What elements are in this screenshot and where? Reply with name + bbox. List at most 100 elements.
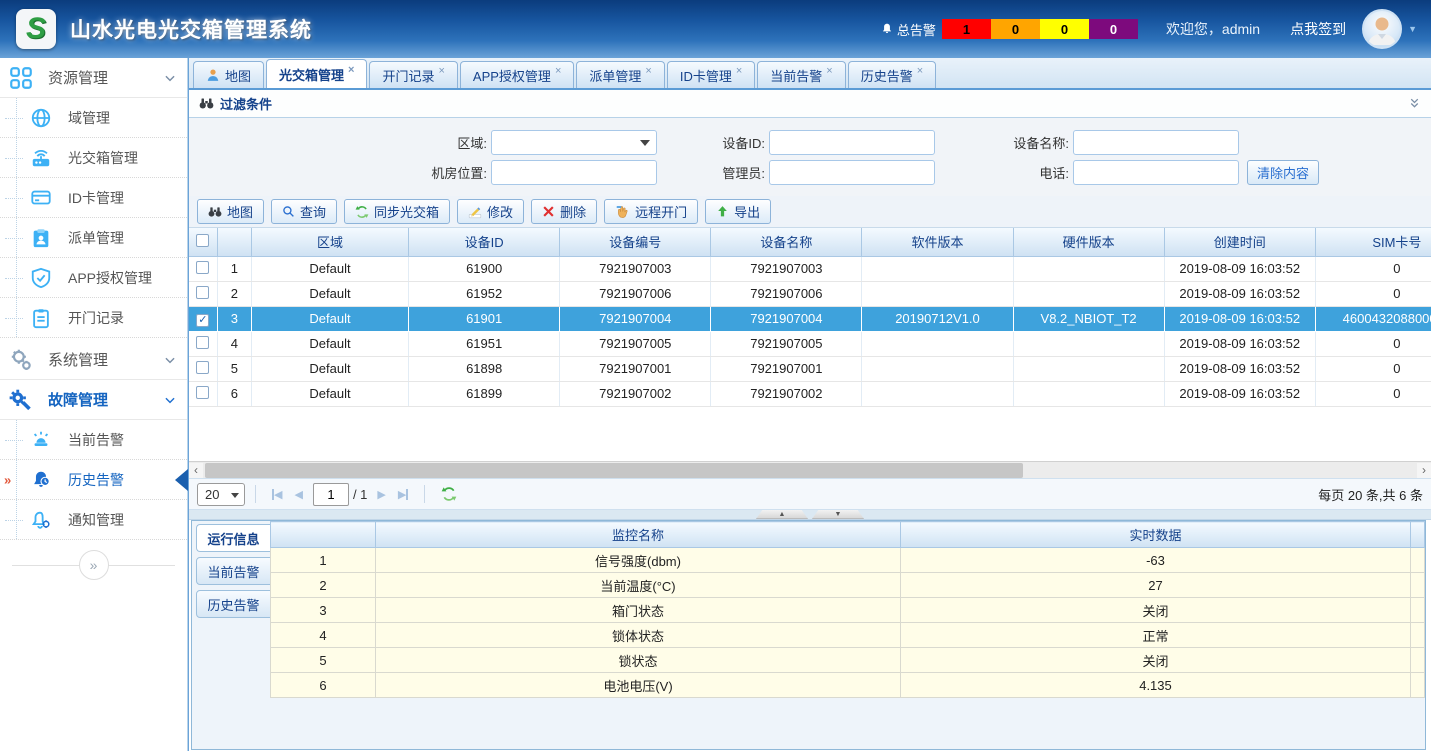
sidebar-group-resource[interactable]: 资源管理 — [0, 58, 187, 98]
monitor-row[interactable]: 2 当前温度(°C) 27 — [271, 573, 1425, 598]
alarm-count-critical[interactable]: 1 — [942, 19, 991, 39]
col-sim[interactable]: SIM卡号 — [1315, 228, 1431, 256]
close-icon[interactable]: × — [917, 65, 923, 77]
tab-runtime-info[interactable]: 运行信息 — [196, 524, 271, 552]
tab-current-alarms[interactable]: 当前告警 × — [757, 61, 845, 88]
sidebar-item-notifications[interactable]: 通知管理 — [0, 500, 187, 540]
select-all-checkbox[interactable] — [196, 234, 209, 247]
col-hardware[interactable]: 硬件版本 — [1013, 228, 1164, 256]
sidebar-item-door-records[interactable]: 开门记录 — [0, 298, 187, 338]
monitor-row[interactable]: 3 箱门状态 关闭 — [271, 598, 1425, 623]
tab-door-records[interactable]: 开门记录 × — [369, 61, 457, 88]
tab-dispatch[interactable]: 派单管理 × — [576, 61, 664, 88]
table-row[interactable]: 1 Default 61900 7921907003 7921907003 20… — [189, 256, 1431, 281]
tab-app-auth[interactable]: APP授权管理 × — [460, 61, 574, 88]
alarm-count-major[interactable]: 0 — [991, 19, 1040, 39]
sidebar-item-id-card[interactable]: ID卡管理 — [0, 178, 187, 218]
tab-history-alarms[interactable]: 历史告警 × — [848, 61, 936, 88]
select-all-header[interactable] — [189, 228, 217, 256]
monitor-row[interactable]: 4 锁体状态 正常 — [271, 623, 1425, 648]
alarm-count-minor[interactable]: 0 — [1040, 19, 1089, 39]
first-page-button[interactable]: ◀ — [272, 488, 282, 501]
remote-open-button[interactable]: 远程开门 — [604, 199, 698, 224]
sidebar-item-domain[interactable]: 域管理 — [0, 98, 187, 138]
tab-history-alarm-detail[interactable]: 历史告警 — [196, 590, 271, 618]
monitor-row[interactable]: 1 信号强度(dbm) -63 — [271, 548, 1425, 573]
scrollbar-thumb[interactable] — [205, 463, 1023, 478]
page-size-select[interactable]: 20 — [197, 483, 245, 506]
row-checkbox[interactable] — [196, 386, 209, 399]
sync-button[interactable]: 同步光交箱 — [344, 199, 450, 224]
sidebar-group-fault[interactable]: 故障管理 — [0, 380, 187, 420]
globe-icon — [30, 107, 52, 129]
filter-header: 过滤条件 — [189, 90, 1431, 118]
edit-button[interactable]: 修改 — [457, 199, 524, 224]
close-icon[interactable]: × — [348, 64, 354, 76]
splitter-expand-button[interactable]: ▲ — [756, 510, 808, 519]
scroll-right-arrow[interactable]: › — [1417, 463, 1431, 478]
sidebar-item-history-alarms[interactable]: » 历史告警 — [0, 460, 187, 500]
table-row[interactable]: 5 Default 61898 7921907001 7921907001 20… — [189, 356, 1431, 381]
table-row-selected[interactable]: ✓ 3 Default 61901 7921907004 7921907004 … — [189, 306, 1431, 331]
table-row[interactable]: 2 Default 61952 7921907006 7921907006 20… — [189, 281, 1431, 306]
device-table-area: 区域 设备ID 设备编号 设备名称 软件版本 硬件版本 创建时间 SIM卡号 1 — [189, 228, 1431, 460]
row-checkbox[interactable] — [196, 261, 209, 274]
close-icon[interactable]: × — [826, 65, 832, 77]
col-device-name[interactable]: 设备名称 — [711, 228, 862, 256]
next-page-button[interactable]: ▶ — [377, 488, 385, 501]
monitor-value-header[interactable]: 实时数据 — [901, 522, 1411, 548]
device-id-input[interactable] — [769, 130, 935, 155]
sidebar-item-optical-box[interactable]: 光交箱管理 — [0, 138, 187, 178]
last-page-button[interactable]: ▶ — [398, 488, 408, 501]
scroll-left-arrow[interactable]: ‹ — [189, 463, 203, 478]
map-button[interactable]: 地图 — [197, 199, 264, 224]
prev-page-button[interactable]: ◀ — [294, 488, 302, 501]
tab-id-card[interactable]: ID卡管理 × — [667, 61, 755, 88]
user-avatar[interactable] — [1362, 9, 1402, 49]
sidebar-item-app-auth[interactable]: APP授权管理 — [0, 258, 187, 298]
row-checkbox[interactable] — [196, 286, 209, 299]
phone-input[interactable] — [1073, 160, 1239, 185]
sidebar-item-current-alarms[interactable]: 当前告警 — [0, 420, 187, 460]
close-icon[interactable]: × — [736, 65, 742, 77]
room-location-input[interactable] — [491, 160, 657, 185]
table-row[interactable]: 6 Default 61899 7921907002 7921907002 20… — [189, 381, 1431, 406]
alarm-count-warning[interactable]: 0 — [1089, 19, 1138, 39]
refresh-icon[interactable] — [441, 486, 457, 502]
delete-button[interactable]: 删除 — [531, 199, 597, 224]
clear-button[interactable]: 清除内容 — [1247, 160, 1319, 185]
collapse-filter-icon[interactable] — [1408, 97, 1421, 110]
row-checkbox[interactable] — [196, 336, 209, 349]
splitter-collapse-button[interactable]: ▼ — [812, 510, 864, 519]
tab-map[interactable]: 地图 — [193, 61, 264, 88]
sidebar-collapse-button[interactable]: » — [79, 550, 109, 580]
tab-optical-box-mgmt[interactable]: 光交箱管理 × — [266, 59, 367, 88]
col-device-no[interactable]: 设备编号 — [560, 228, 711, 256]
device-name-input[interactable] — [1073, 130, 1239, 155]
col-region[interactable]: 区域 — [251, 228, 408, 256]
row-checkbox[interactable] — [196, 361, 209, 374]
col-software[interactable]: 软件版本 — [862, 228, 1013, 256]
col-created[interactable]: 创建时间 — [1164, 228, 1315, 256]
close-icon[interactable]: × — [438, 65, 444, 77]
sidebar-item-dispatch[interactable]: 派单管理 — [0, 218, 187, 258]
export-button[interactable]: 导出 — [705, 199, 771, 224]
sign-in-link[interactable]: 点我签到 — [1290, 19, 1346, 39]
page-number-input[interactable] — [313, 483, 349, 506]
tab-current-alarm-detail[interactable]: 当前告警 — [196, 557, 271, 585]
close-icon[interactable]: × — [555, 65, 561, 77]
col-device-id[interactable]: 设备ID — [409, 228, 560, 256]
monitor-row[interactable]: 6 电池电压(V) 4.135 — [271, 673, 1425, 698]
region-select[interactable] — [491, 130, 657, 155]
gears-icon — [8, 347, 34, 373]
sidebar-group-system[interactable]: 系统管理 — [0, 340, 187, 380]
search-button[interactable]: 查询 — [271, 199, 337, 224]
tab-bar: 地图 光交箱管理 × 开门记录 × APP授权管理 × 派单管理 × ID卡管理… — [189, 58, 1431, 90]
table-row[interactable]: 4 Default 61951 7921907005 7921907005 20… — [189, 331, 1431, 356]
close-icon[interactable]: × — [645, 65, 651, 77]
manager-input[interactable] — [769, 160, 935, 185]
panel-splitter[interactable]: ▲ ▼ — [189, 510, 1431, 520]
row-checkbox-checked[interactable]: ✓ — [196, 314, 209, 327]
monitor-name-header[interactable]: 监控名称 — [376, 522, 901, 548]
monitor-row[interactable]: 5 锁状态 关闭 — [271, 648, 1425, 673]
